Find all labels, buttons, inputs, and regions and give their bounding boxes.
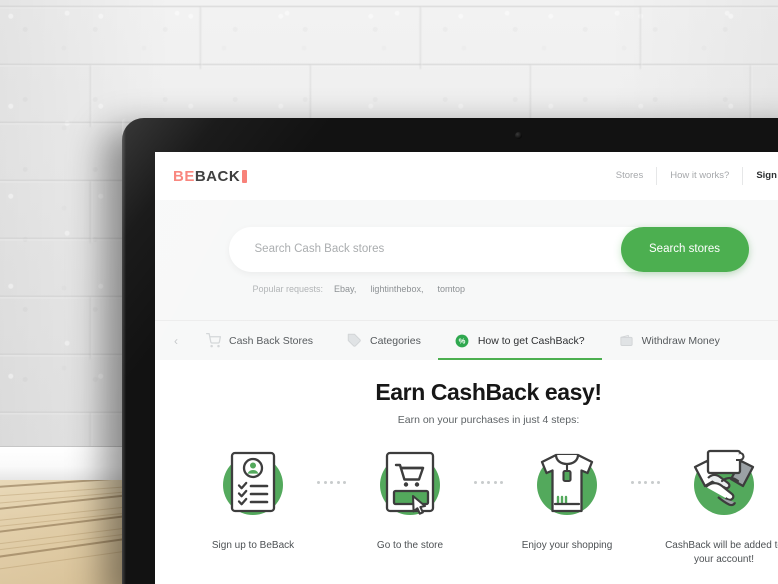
brick-vertical-seam xyxy=(90,181,92,243)
connector-dot xyxy=(330,481,333,484)
step-label: CashBack will be added to your account! xyxy=(665,540,778,565)
webcam-icon xyxy=(515,132,522,139)
step-item: CashBack will be added to your account! xyxy=(664,445,778,566)
handshake-money-icon xyxy=(686,445,762,521)
page-subtitle: Earn on your purchases in just 4 steps: xyxy=(397,414,580,426)
popular-requests: Popular requests: Ebay, lightinthebox, t… xyxy=(229,284,749,294)
step-connector-dots xyxy=(470,481,507,484)
brick-mortar-line xyxy=(0,6,778,8)
connector-dot xyxy=(474,481,477,484)
photo-scene: BE BACK Stores How it works? Sign In Sea… xyxy=(0,0,778,584)
connector-dot xyxy=(650,481,654,484)
step-label: Go to the store xyxy=(376,540,444,551)
popular-request-tomtop[interactable]: tomtop xyxy=(437,284,465,294)
hero-section: Earn CashBack easy! Earn on your purchas… xyxy=(155,360,778,566)
connector-dot xyxy=(487,481,490,484)
connector-dot xyxy=(657,481,660,484)
connector-dot xyxy=(336,481,340,484)
search-bar: Search stores xyxy=(228,226,749,272)
svg-text:%: % xyxy=(459,336,466,345)
connector-dot xyxy=(493,481,497,484)
tab-cash-back-stores[interactable]: Cash Back Stores xyxy=(189,321,330,360)
brick-vertical-seam xyxy=(90,297,92,359)
nav-link-stores[interactable]: Stores xyxy=(603,167,656,185)
connector-dot xyxy=(317,481,320,484)
tab-withdraw-money[interactable]: Withdraw Money xyxy=(602,321,737,360)
popular-request-lightinthebox[interactable]: lightinthebox, xyxy=(370,284,423,294)
logo[interactable]: BE BACK xyxy=(173,167,248,185)
brick-vertical-seam xyxy=(640,7,642,69)
brick-vertical-seam xyxy=(90,65,92,127)
tshirt-tag-icon xyxy=(529,445,605,521)
step-label: Enjoy your shopping xyxy=(521,540,613,551)
nav-link-sign-in[interactable]: Sign In xyxy=(742,167,778,185)
site-header: BE BACK Stores How it works? Sign In xyxy=(155,152,778,200)
step-label: Sign up to BeBack xyxy=(211,540,295,551)
logo-text-be: BE xyxy=(173,167,195,185)
browser-screen: BE BACK Stores How it works? Sign In Sea… xyxy=(155,152,778,584)
connector-dot xyxy=(644,481,647,484)
brick-vertical-seam xyxy=(420,7,422,69)
tab-label-categories: Categories xyxy=(370,334,421,347)
tab-categories[interactable]: Categories xyxy=(330,321,438,360)
connector-dot xyxy=(480,481,484,484)
popular-request-ebay[interactable]: Ebay, xyxy=(334,284,356,294)
connector-dot xyxy=(637,481,641,484)
shopping-cart-icon xyxy=(206,333,221,348)
search-section: Search stores Popular requests: Ebay, li… xyxy=(155,200,778,320)
laptop-device: BE BACK Stores How it works? Sign In Sea… xyxy=(122,118,778,584)
bezel-edge-highlight xyxy=(122,118,126,584)
shopping-cart-screen-icon xyxy=(372,445,448,521)
top-navigation: Stores How it works? Sign In xyxy=(603,167,778,185)
connector-dot xyxy=(500,481,503,484)
step-connector-dots xyxy=(313,481,350,484)
connector-dot xyxy=(323,481,327,484)
brick-mortar-line xyxy=(0,64,778,66)
brick-vertical-seam xyxy=(200,7,202,69)
steps-list: Sign up to BeBack Go to the store Enjoy … xyxy=(155,445,778,566)
signup-form-icon xyxy=(215,445,291,521)
step-item: Go to the store xyxy=(350,445,470,553)
connector-dot xyxy=(631,481,634,484)
logo-mark-icon xyxy=(242,169,248,183)
percent-circle-icon: % xyxy=(455,333,470,348)
step-item: Sign up to BeBack xyxy=(193,445,313,553)
tab-label-withdraw-money: Withdraw Money xyxy=(641,334,720,347)
tab-label-cash-back-stores: Cash Back Stores xyxy=(229,334,314,347)
page-title: Earn CashBack easy! xyxy=(375,379,602,405)
nav-link-how-it-works[interactable]: How it works? xyxy=(656,167,742,185)
step-connector-dots xyxy=(627,481,664,484)
category-tab-bar: ‹ Cash Back Stores Categories % How to g… xyxy=(155,320,778,360)
tab-how-to-get-cashback[interactable]: % How to get CashBack? xyxy=(437,321,602,360)
search-stores-button[interactable]: Search stores xyxy=(620,226,749,272)
wallet-icon xyxy=(619,333,634,348)
tag-icon xyxy=(347,333,362,348)
popular-requests-label: Popular requests: xyxy=(252,283,324,294)
logo-text-back: BACK xyxy=(194,167,241,185)
tab-label-how-to-get-cashback: How to get CashBack? xyxy=(477,334,585,347)
tabs-prev-arrow-icon[interactable]: ‹ xyxy=(163,321,189,360)
step-item: Enjoy your shopping xyxy=(507,445,627,553)
connector-dot xyxy=(343,481,346,484)
